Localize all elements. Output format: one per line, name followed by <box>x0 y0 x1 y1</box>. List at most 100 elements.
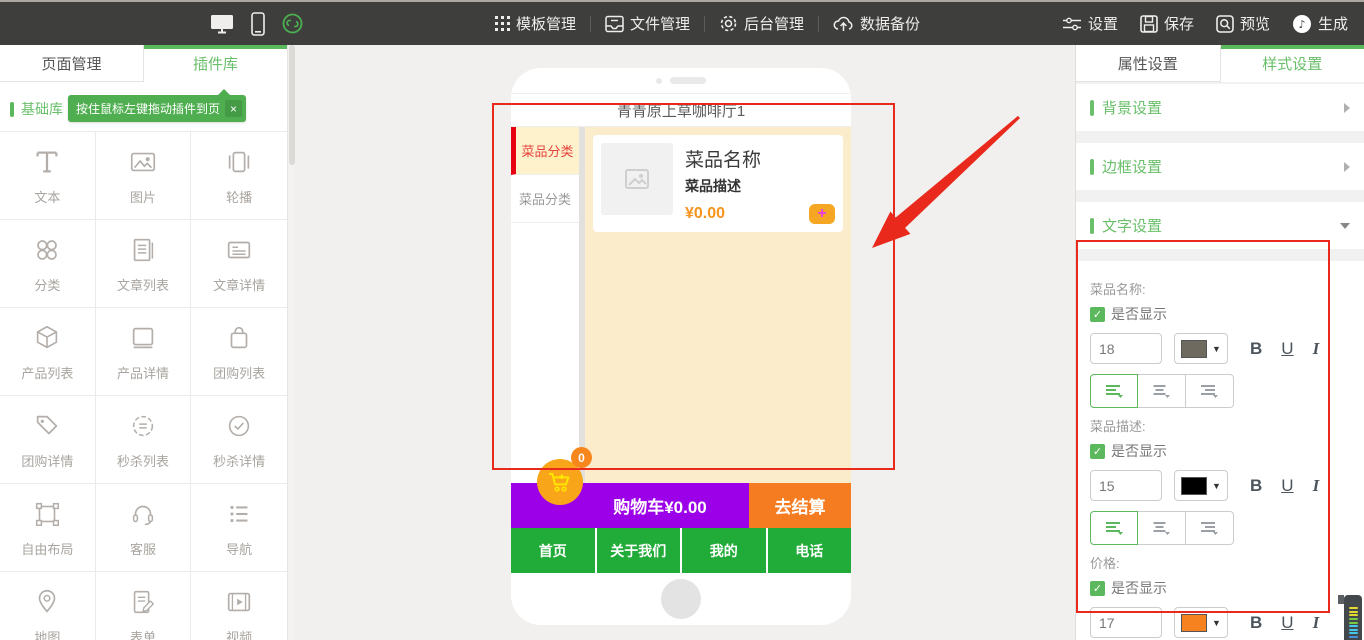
color-dropdown[interactable]: ▼ <box>1174 607 1228 638</box>
link-icon[interactable] <box>282 13 303 34</box>
plugin-panel: 页面管理插件库 基础库 按住鼠标左键拖动插件到页 × 文本图片轮播分类文章列表文… <box>0 45 287 640</box>
dish-list-area[interactable]: 菜品名称 菜品描述 ¥0.00 + <box>585 127 851 483</box>
tab-plugin-library[interactable]: 插件库 <box>144 45 287 82</box>
color-dropdown[interactable]: ▼ <box>1174 333 1228 364</box>
grid-icon <box>495 16 510 31</box>
nav-item-4[interactable]: 电话 <box>768 528 852 573</box>
nav-item-1[interactable]: 首页 <box>511 528 597 573</box>
article-list-icon <box>128 234 158 266</box>
align-center-button[interactable] <box>1138 511 1186 545</box>
plugin-item-product-detail[interactable]: 产品详情 <box>96 308 192 396</box>
sliders-icon <box>1062 16 1082 32</box>
align-left-button[interactable] <box>1090 374 1138 408</box>
plugin-item-image[interactable]: 图片 <box>96 132 192 220</box>
left-panel-scrollbar[interactable] <box>287 45 295 640</box>
show-checkbox[interactable]: ✓ <box>1090 444 1105 459</box>
menu-item-3[interactable]: 后台管理 <box>719 13 804 34</box>
menu-separator <box>704 16 705 32</box>
font-size-input[interactable] <box>1090 607 1162 638</box>
mobile-icon[interactable] <box>251 12 265 36</box>
action-1[interactable]: 设置 <box>1062 13 1118 34</box>
underline-button[interactable]: U <box>1281 476 1293 496</box>
nav-item-3[interactable]: 我的 <box>682 528 768 573</box>
font-size-input[interactable] <box>1090 333 1162 364</box>
plugin-label: 表单 <box>130 627 156 640</box>
tab-attribute-settings[interactable]: 属性设置 <box>1076 45 1221 82</box>
product-list-icon <box>32 322 62 354</box>
font-controls-row: ▼ BUI <box>1090 333 1350 364</box>
plugin-item-service[interactable]: 客服 <box>96 484 192 572</box>
checkout-button[interactable]: 去结算 <box>749 483 851 528</box>
text-group-2: 菜品描述:✓是否显示▼BUI <box>1090 416 1350 545</box>
plugin-item-product-list[interactable]: 产品列表 <box>0 308 96 396</box>
svg-text:♪: ♪ <box>1298 18 1305 31</box>
phone-preview: 青青原上草咖啡厅1 菜品分类菜品分类 菜品名 <box>511 68 851 625</box>
category-item-2[interactable]: 菜品分类 <box>511 175 579 223</box>
show-checkbox[interactable]: ✓ <box>1090 581 1105 596</box>
align-right-button[interactable] <box>1186 374 1234 408</box>
underline-button[interactable]: U <box>1281 613 1293 633</box>
desktop-icon[interactable] <box>210 13 234 35</box>
section-背景设置[interactable]: 背景设置 <box>1076 84 1364 131</box>
bold-button[interactable]: B <box>1250 613 1262 633</box>
dish-card[interactable]: 菜品名称 菜品描述 ¥0.00 + <box>593 135 843 232</box>
plugin-item-free-layout[interactable]: 自由布局 <box>0 484 96 572</box>
app-builder: 模板管理文件管理后台管理数据备份 设置保存预览♪生成 页面管理插件库 基础库 按… <box>0 0 1364 640</box>
article-detail-icon <box>224 234 254 266</box>
plugin-item-carousel[interactable]: 轮播 <box>191 132 287 220</box>
plugin-item-seckill-list[interactable]: 秒杀列表 <box>96 396 192 484</box>
color-swatch <box>1181 477 1207 495</box>
tab-style-settings[interactable]: 样式设置 <box>1221 45 1364 82</box>
add-dish-button[interactable]: + <box>809 204 835 224</box>
chevron-right-icon[interactable] <box>1344 162 1350 172</box>
plugin-item-text[interactable]: 文本 <box>0 132 96 220</box>
plugin-item-category[interactable]: 分类 <box>0 220 96 308</box>
text-group-3: 价格:✓是否显示▼BUI <box>1090 553 1350 638</box>
plugin-item-seckill-detail[interactable]: 秒杀详情 <box>191 396 287 484</box>
plugin-label: 导航 <box>226 539 252 558</box>
home-button[interactable] <box>661 579 701 619</box>
category-icon <box>32 234 62 266</box>
plugin-item-nav[interactable]: 导航 <box>191 484 287 572</box>
italic-button[interactable]: I <box>1313 613 1320 633</box>
section-文字设置[interactable]: 文字设置 <box>1076 202 1364 249</box>
section-边框设置[interactable]: 边框设置 <box>1076 143 1364 190</box>
page-title[interactable]: 青青原上草咖啡厅1 <box>511 93 851 127</box>
italic-button[interactable]: I <box>1313 339 1320 359</box>
show-checkbox[interactable]: ✓ <box>1090 307 1105 322</box>
menu-item-4[interactable]: 数据备份 <box>833 13 920 34</box>
bold-button[interactable]: B <box>1250 476 1262 496</box>
bold-button[interactable]: B <box>1250 339 1262 359</box>
nav-item-2[interactable]: 关于我们 <box>597 528 683 573</box>
chevron-down-icon[interactable] <box>1340 223 1350 229</box>
action-3[interactable]: 预览 <box>1216 13 1270 34</box>
image-icon <box>128 146 158 178</box>
plugin-item-form[interactable]: 表单 <box>96 572 192 640</box>
menu-item-1[interactable]: 模板管理 <box>495 13 576 34</box>
plugin-item-article-detail[interactable]: 文章详情 <box>191 220 287 308</box>
plugin-item-article-list[interactable]: 文章列表 <box>96 220 192 308</box>
action-2[interactable]: 保存 <box>1140 13 1194 34</box>
align-right-button[interactable] <box>1186 511 1234 545</box>
plugin-item-groupbuy-list[interactable]: 团购列表 <box>191 308 287 396</box>
meter-stripe <box>1349 625 1358 627</box>
carousel-icon <box>224 146 254 178</box>
action-4[interactable]: ♪生成 <box>1292 13 1348 34</box>
plugin-item-groupbuy-detail[interactable]: 团购详情 <box>0 396 96 484</box>
category-item-1[interactable]: 菜品分类 <box>511 127 579 175</box>
color-dropdown[interactable]: ▼ <box>1174 470 1228 501</box>
menu-item-2[interactable]: 文件管理 <box>605 13 690 34</box>
plugin-item-map[interactable]: 地图 <box>0 572 96 640</box>
underline-button[interactable]: U <box>1281 339 1293 359</box>
italic-button[interactable]: I <box>1313 476 1320 496</box>
tab-page-manage[interactable]: 页面管理 <box>0 45 144 82</box>
meter-stripe <box>1349 636 1358 638</box>
align-left-button[interactable] <box>1090 511 1138 545</box>
tooltip-close-button[interactable]: × <box>225 100 242 117</box>
chevron-right-icon[interactable] <box>1344 103 1350 113</box>
device-toggle-group <box>210 2 303 45</box>
plugin-item-video[interactable]: 视频 <box>191 572 287 640</box>
font-size-input[interactable] <box>1090 470 1162 501</box>
align-center-button[interactable] <box>1138 374 1186 408</box>
phone-speaker <box>511 68 851 93</box>
